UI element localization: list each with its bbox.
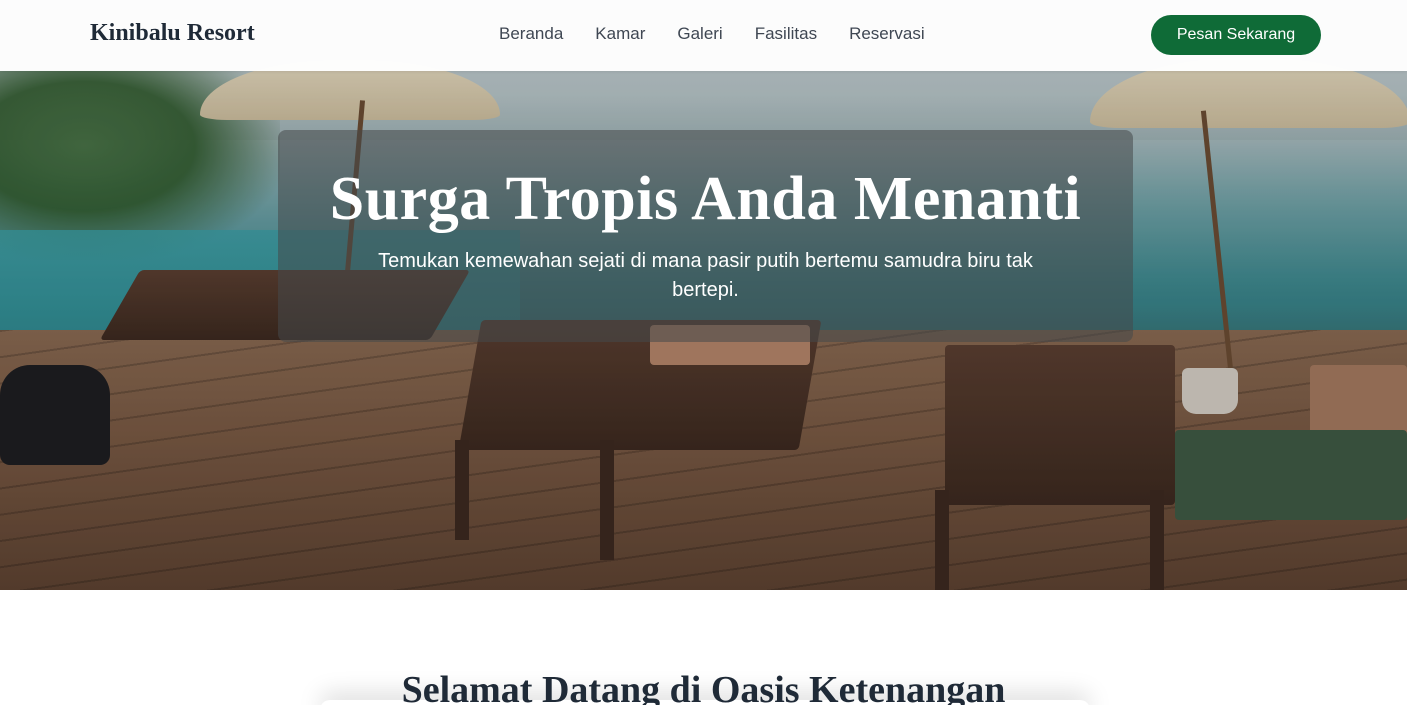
hero-card: Surga Tropis Anda Menanti Temukan kemewa… [278,130,1133,342]
navbar: Kinibalu Resort Beranda Kamar Galeri Fas… [0,0,1407,71]
nav-link-beranda[interactable]: Beranda [499,24,563,44]
nav-link-kamar[interactable]: Kamar [595,24,645,44]
nav-link-fasilitas[interactable]: Fasilitas [755,24,817,44]
book-now-button[interactable]: Pesan Sekarang [1151,15,1321,55]
brand-logo[interactable]: Kinibalu Resort [90,20,255,47]
nav-link-galeri[interactable]: Galeri [677,24,722,44]
nav-links: Beranda Kamar Galeri Fasilitas Reservasi [499,24,925,44]
hero-subtitle: Temukan kemewahan sejati di mana pasir p… [378,250,1033,301]
welcome-title: Selamat Datang di Oasis Ketenangan [401,669,1006,705]
hero-background-image: Surga Tropis Anda Menanti Temukan kemewa… [0,0,1407,590]
nav-link-reservasi[interactable]: Reservasi [849,24,925,44]
hero-title: Surga Tropis Anda Menanti [329,165,1082,233]
